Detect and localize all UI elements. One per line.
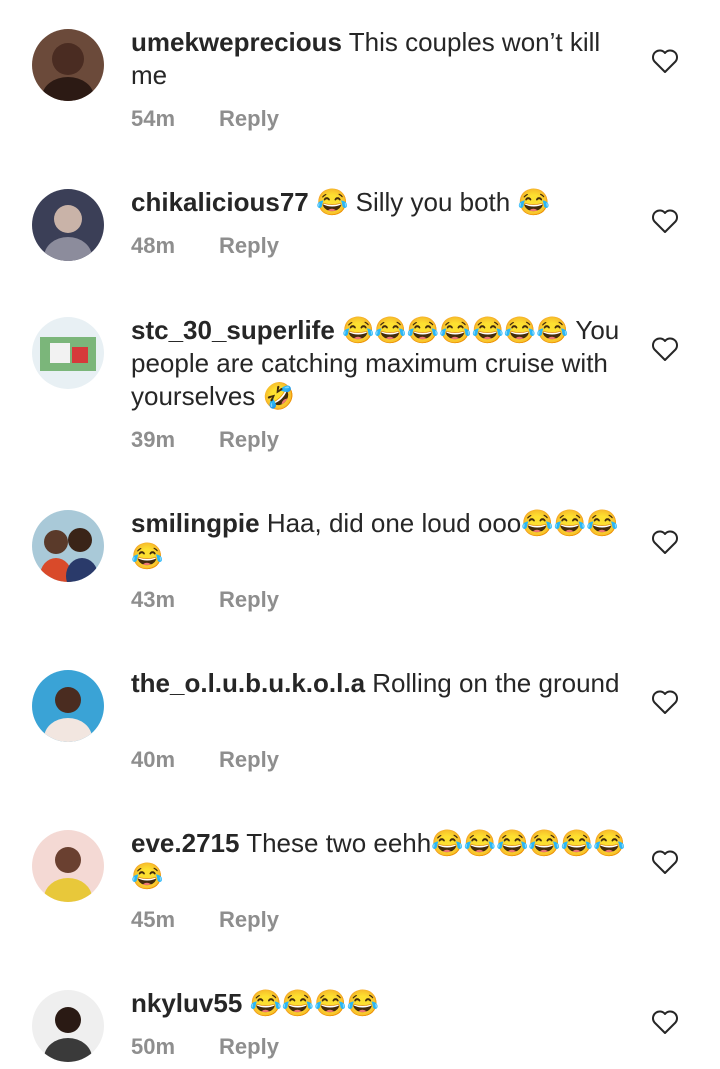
comment-text: Rolling on the ground bbox=[372, 668, 620, 698]
username-link[interactable]: umekweprecious bbox=[131, 27, 342, 57]
timestamp: 45m bbox=[131, 907, 176, 932]
heart-icon[interactable] bbox=[651, 336, 679, 362]
heart-icon[interactable] bbox=[651, 849, 679, 875]
avatar[interactable] bbox=[32, 670, 104, 742]
username-link[interactable]: stc_30_superlife bbox=[131, 315, 335, 345]
timestamp: 40m bbox=[131, 747, 176, 772]
comment-body: chikalicious77 😂 Silly you both 😂 bbox=[131, 186, 631, 219]
avatar[interactable] bbox=[32, 990, 104, 1062]
avatar[interactable] bbox=[32, 29, 104, 101]
comment-meta: 39m Reply bbox=[131, 427, 279, 453]
reply-button[interactable]: Reply bbox=[219, 1034, 279, 1059]
avatar[interactable] bbox=[32, 189, 104, 261]
timestamp: 39m bbox=[131, 427, 176, 452]
username-link[interactable]: the_o.l.u.b.u.k.o.l.a bbox=[131, 668, 365, 698]
timestamp: 50m bbox=[131, 1034, 176, 1059]
reply-button[interactable]: Reply bbox=[219, 233, 279, 258]
avatar[interactable] bbox=[32, 830, 104, 902]
timestamp: 43m bbox=[131, 587, 176, 612]
username-link[interactable]: eve.2715 bbox=[131, 828, 239, 858]
avatar[interactable] bbox=[32, 510, 104, 582]
avatar[interactable] bbox=[32, 317, 104, 389]
heart-icon[interactable] bbox=[651, 48, 679, 74]
comment-text: 😂 Silly you both 😂 bbox=[316, 187, 550, 217]
heart-icon[interactable] bbox=[651, 1009, 679, 1035]
heart-icon[interactable] bbox=[651, 689, 679, 715]
timestamp: 54m bbox=[131, 106, 176, 131]
username-link[interactable]: chikalicious77 bbox=[131, 187, 309, 217]
comment-body: nkyluv55 😂😂😂😂 bbox=[131, 987, 631, 1020]
comment-meta: 40m Reply bbox=[131, 747, 279, 773]
comment-text: 😂😂😂😂 bbox=[249, 988, 380, 1018]
comment-meta: 54m Reply bbox=[131, 106, 279, 132]
comment-meta: 50m Reply bbox=[131, 1034, 279, 1060]
comment-body: eve.2715 These two eehh😂😂😂😂😂😂😂 bbox=[131, 827, 631, 893]
comment-body: smilingpie Haa, did one loud ooo😂😂😂😂 bbox=[131, 507, 631, 573]
comment-body: umekweprecious This couples won’t kill m… bbox=[131, 26, 631, 92]
reply-button[interactable]: Reply bbox=[219, 587, 279, 612]
username-link[interactable]: nkyluv55 bbox=[131, 988, 242, 1018]
username-link[interactable]: smilingpie bbox=[131, 508, 260, 538]
reply-button[interactable]: Reply bbox=[219, 427, 279, 452]
comment-body: the_o.l.u.b.u.k.o.l.a Rolling on the gro… bbox=[131, 667, 631, 700]
reply-button[interactable]: Reply bbox=[219, 747, 279, 772]
comment-meta: 48m Reply bbox=[131, 233, 279, 259]
comment-meta: 43m Reply bbox=[131, 587, 279, 613]
heart-icon[interactable] bbox=[651, 208, 679, 234]
reply-button[interactable]: Reply bbox=[219, 106, 279, 131]
comment-meta: 45m Reply bbox=[131, 907, 279, 933]
comment-body: stc_30_superlife 😂😂😂😂😂😂😂 You people are … bbox=[131, 314, 631, 413]
timestamp: 48m bbox=[131, 233, 176, 258]
reply-button[interactable]: Reply bbox=[219, 907, 279, 932]
heart-icon[interactable] bbox=[651, 529, 679, 555]
